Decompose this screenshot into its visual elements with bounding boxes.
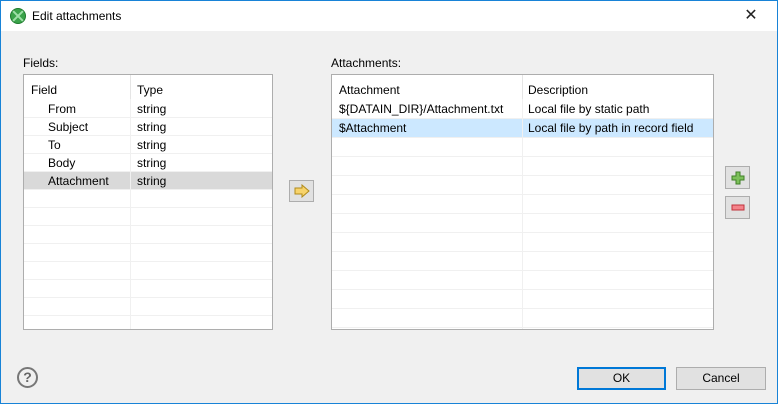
column-divider [522, 233, 523, 251]
column-header-field[interactable]: Field [31, 83, 57, 97]
table-row[interactable]: Subject string [24, 118, 272, 136]
table-row[interactable] [332, 157, 713, 176]
column-header-type[interactable]: Type [137, 83, 163, 97]
fields-table-header: Field Type [24, 75, 272, 99]
table-row[interactable] [24, 316, 272, 329]
table-row[interactable] [332, 252, 713, 271]
column-divider [522, 100, 523, 118]
cell-type: string [137, 174, 167, 188]
table-row[interactable]: From string [24, 100, 272, 118]
cell-description: Local file by path in record field [528, 121, 694, 135]
cell-type: string [137, 120, 167, 134]
table-row[interactable] [332, 309, 713, 328]
column-divider [130, 244, 131, 261]
table-row[interactable] [24, 280, 272, 298]
column-divider [522, 290, 523, 308]
column-header-attachment[interactable]: Attachment [339, 83, 400, 97]
column-header-description[interactable]: Description [528, 83, 588, 97]
column-divider [130, 226, 131, 243]
column-divider [130, 190, 131, 207]
table-row[interactable] [24, 208, 272, 226]
cell-attachment: ${DATAIN_DIR}/Attachment.txt [339, 102, 504, 116]
ok-button[interactable]: OK [577, 367, 666, 390]
column-divider [522, 138, 523, 156]
arrow-right-icon [294, 183, 310, 199]
title-bar: Edit attachments ✕ [1, 1, 777, 31]
table-row[interactable] [24, 298, 272, 316]
column-divider [130, 154, 131, 171]
column-divider [522, 157, 523, 175]
column-divider [522, 75, 523, 99]
table-row[interactable] [24, 244, 272, 262]
table-row[interactable] [24, 190, 272, 208]
column-divider [522, 119, 523, 137]
cell-type: string [137, 138, 167, 152]
table-row[interactable]: ${DATAIN_DIR}/Attachment.txt Local file b… [332, 100, 713, 119]
cell-type: string [137, 156, 167, 170]
attachments-label: Attachments: [331, 56, 402, 70]
column-divider [130, 298, 131, 315]
column-divider [522, 176, 523, 194]
remove-attachment-button[interactable] [725, 196, 750, 219]
column-divider [130, 118, 131, 135]
table-row[interactable] [332, 195, 713, 214]
table-row[interactable] [332, 290, 713, 309]
column-divider [522, 309, 523, 327]
plus-icon [731, 171, 744, 185]
column-divider [130, 280, 131, 297]
cell-type: string [137, 102, 167, 116]
table-row[interactable] [332, 271, 713, 290]
cancel-button[interactable]: Cancel [676, 367, 766, 390]
column-divider [130, 136, 131, 153]
cell-field: To [48, 138, 61, 152]
add-field-arrow-button[interactable] [289, 180, 314, 202]
cell-description: Local file by static path [528, 102, 650, 116]
column-divider [522, 252, 523, 270]
attachments-table-header: Attachment Description [332, 75, 713, 99]
column-divider [130, 75, 131, 99]
cell-field: Body [48, 156, 76, 170]
column-divider [130, 172, 131, 189]
cell-field: Attachment [48, 174, 109, 188]
table-row[interactable]: $Attachment Local file by path in record … [332, 119, 713, 138]
table-row[interactable] [24, 262, 272, 280]
cell-field: From [48, 102, 76, 116]
column-divider [522, 195, 523, 213]
table-row[interactable] [332, 233, 713, 252]
table-row[interactable]: Body string [24, 154, 272, 172]
column-divider [522, 214, 523, 232]
cell-attachment: $Attachment [339, 121, 407, 135]
cell-field: Subject [48, 120, 89, 134]
column-divider [130, 316, 131, 329]
dialog-title: Edit attachments [32, 9, 122, 23]
minus-icon [731, 204, 744, 211]
table-row[interactable] [332, 138, 713, 157]
add-attachment-button[interactable] [725, 166, 750, 189]
table-row[interactable]: To string [24, 136, 272, 154]
column-divider [522, 271, 523, 289]
column-divider [130, 262, 131, 279]
attachments-table: Attachment Description ${DATAIN_DIR}/Att… [331, 74, 714, 330]
close-icon[interactable]: ✕ [741, 6, 761, 26]
app-icon [10, 8, 26, 24]
column-divider [130, 100, 131, 117]
table-row[interactable] [24, 226, 272, 244]
table-row[interactable] [332, 214, 713, 233]
fields-table: Field Type From string Subject string To stri… [23, 74, 273, 330]
edit-attachments-dialog: Edit attachments ✕ Fields: Field Type Fr… [0, 0, 778, 404]
table-row[interactable]: Attachment string [24, 172, 272, 190]
column-divider [130, 208, 131, 225]
table-row[interactable] [332, 176, 713, 195]
help-icon[interactable]: ? [17, 367, 38, 388]
fields-label: Fields: [23, 56, 59, 70]
